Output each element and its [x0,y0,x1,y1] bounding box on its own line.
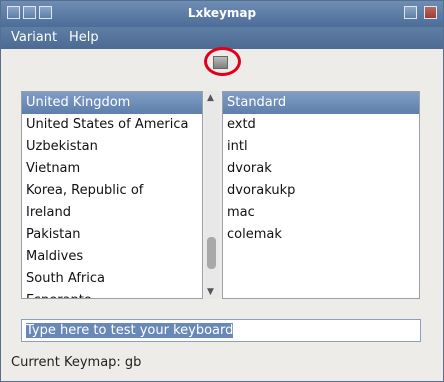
window-title: Lxkeymap [187,6,257,20]
lxkeymap-window: Lxkeymap Variant Help United Kingdom Uni… [0,0,444,382]
variant-row[interactable]: extd [223,114,419,136]
country-row[interactable]: United Kingdom [22,92,202,114]
current-keymap-label: Current Keymap: gb [11,355,142,370]
country-scrollbar[interactable]: ▲ ▼ [204,91,220,299]
country-row[interactable]: United States of America [22,114,202,136]
close-icon[interactable] [424,6,437,19]
menu-help[interactable]: Help [69,30,99,45]
country-row[interactable]: South Africa [22,268,202,290]
country-row[interactable]: Vietnam [22,158,202,180]
iconify-icon[interactable] [404,6,417,19]
test-input-text: Type here to test your keyboard [26,323,234,338]
country-row[interactable]: Korea, Republic of [22,180,202,202]
variant-list[interactable]: Standard extd intl dvorak dvorakukp mac … [222,91,420,299]
scroll-up-icon[interactable]: ▲ [207,93,214,103]
variant-row[interactable]: colemak [223,224,419,246]
country-row[interactable]: Uzbekistan [22,136,202,158]
scroll-down-icon[interactable]: ▼ [207,287,214,297]
variant-row[interactable]: intl [223,136,419,158]
annotation-circle [204,47,241,76]
scroll-thumb[interactable] [207,237,216,269]
country-row[interactable]: Ireland [22,202,202,224]
menu-bar: Variant Help [1,27,443,49]
country-row[interactable]: Esperanto [22,290,202,298]
title-bar[interactable]: Lxkeymap [1,1,443,27]
variant-row[interactable]: mac [223,202,419,224]
variant-row[interactable]: dvorak [223,158,419,180]
country-list[interactable]: United Kingdom United States of America … [21,91,203,299]
country-row[interactable]: Pakistan [22,224,202,246]
variant-row[interactable]: Standard [223,92,419,114]
keyboard-test-input[interactable]: Type here to test your keyboard [21,319,421,342]
menu-variant[interactable]: Variant [11,30,57,45]
variant-row[interactable]: dvorakukp [223,180,419,202]
country-row[interactable]: Maldives [22,246,202,268]
